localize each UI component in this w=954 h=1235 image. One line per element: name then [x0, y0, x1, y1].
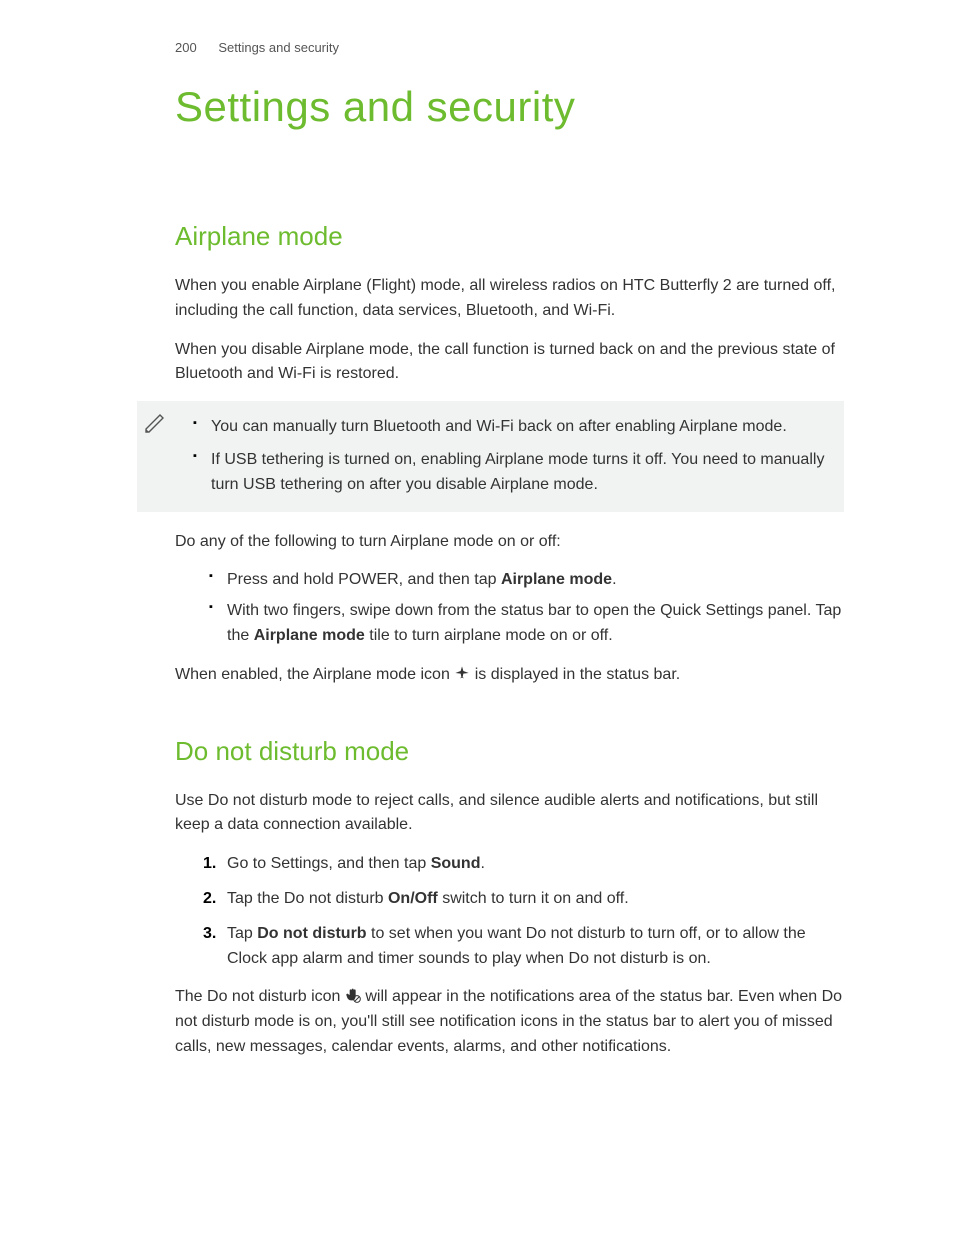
page-number: 200 [175, 40, 197, 55]
hand-stop-icon [345, 987, 361, 1003]
paragraph: When you disable Airplane mode, the call… [175, 338, 844, 388]
section-heading-airplane: Airplane mode [175, 221, 844, 252]
list-item: With two fingers, swipe down from the st… [209, 599, 844, 649]
paragraph: When you enable Airplane (Flight) mode, … [175, 274, 844, 324]
running-title: Settings and security [218, 40, 339, 55]
bullet-list: Press and hold POWER, and then tap Airpl… [175, 568, 844, 648]
airplane-icon [454, 665, 470, 681]
page-content: 200 Settings and security Settings and s… [0, 0, 954, 1114]
ordered-steps: Go to Settings, and then tap Sound. Tap … [175, 852, 844, 971]
paragraph: Do any of the following to turn Airplane… [175, 530, 844, 555]
step-item: Tap Do not disturb to set when you want … [209, 922, 844, 972]
note-list: You can manually turn Bluetooth and Wi-F… [193, 415, 826, 497]
step-item: Tap the Do not disturb On/Off switch to … [209, 887, 844, 912]
pencil-icon [143, 411, 167, 435]
list-item: Press and hold POWER, and then tap Airpl… [209, 568, 844, 593]
step-item: Go to Settings, and then tap Sound. [209, 852, 844, 877]
paragraph: Use Do not disturb mode to reject calls,… [175, 789, 844, 839]
page-title: Settings and security [175, 83, 844, 131]
running-header: 200 Settings and security [175, 40, 844, 55]
paragraph: When enabled, the Airplane mode icon is … [175, 663, 844, 688]
paragraph: The Do not disturb icon will appear in t… [175, 985, 844, 1059]
note-item: You can manually turn Bluetooth and Wi-F… [193, 415, 826, 440]
section-heading-dnd: Do not disturb mode [175, 736, 844, 767]
note-item: If USB tethering is turned on, enabling … [193, 448, 826, 498]
note-callout: You can manually turn Bluetooth and Wi-F… [137, 401, 844, 511]
